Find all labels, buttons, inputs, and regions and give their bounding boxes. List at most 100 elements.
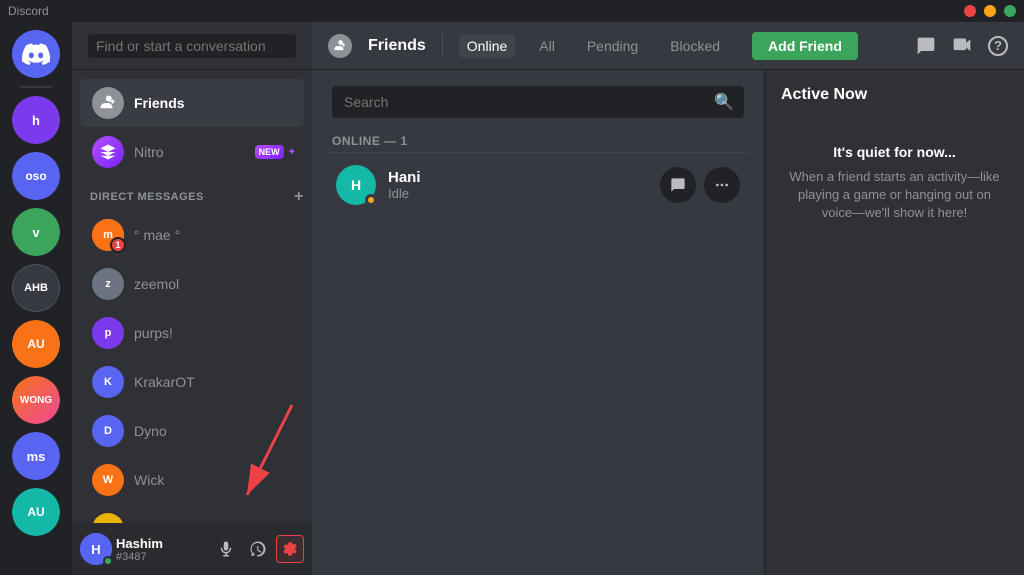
friends-nav-label: Friends — [134, 95, 185, 111]
dm-avatar-zeemol: z — [92, 268, 124, 300]
friend-item-hani[interactable]: H Hani Idle — [320, 152, 756, 217]
video-icon-button[interactable] — [952, 36, 972, 56]
server-icon-1[interactable]: h — [12, 96, 60, 144]
server-icon-label: oso — [12, 152, 60, 200]
server-icon-7[interactable]: ms — [12, 432, 60, 480]
dm-name-wick: Wick — [134, 472, 164, 488]
settings-button[interactable] — [276, 535, 304, 563]
server-divider — [20, 86, 52, 88]
server-icon-6[interactable]: WONG — [12, 376, 60, 424]
nitro-star-icon: ✦ — [288, 147, 296, 158]
friends-nav-item[interactable]: Friends — [80, 79, 304, 127]
help-icon-button[interactable]: ? — [988, 36, 1008, 56]
dm-sidebar-content: Friends Nitro NEW ✦ — [72, 70, 312, 523]
close-button[interactable] — [964, 5, 976, 17]
friend-name-hani: Hani — [388, 169, 660, 186]
server-icon-label: AU — [12, 320, 60, 368]
server-icon-label: v — [12, 208, 60, 256]
dm-sidebar: Friends Nitro NEW ✦ — [72, 22, 312, 575]
titlebar-title: Discord — [8, 4, 964, 18]
tab-blocked[interactable]: Blocked — [662, 34, 728, 58]
server-icon-2[interactable]: oso — [12, 152, 60, 200]
active-now-title: Active Now — [781, 86, 1008, 104]
friends-search-bar: 🔍 — [312, 70, 764, 126]
dm-item-krakarot[interactable]: K KrakarOT — [80, 358, 304, 406]
friends-header-icon — [328, 34, 352, 58]
find-conversation-input[interactable] — [88, 34, 296, 58]
header-divider — [442, 34, 443, 58]
user-status-indicator — [103, 556, 113, 566]
dm-name-krakarot: KrakarOT — [134, 374, 195, 390]
active-now-empty-state: It's quiet for now... When a friend star… — [781, 120, 1008, 247]
user-panel: H Hashim #3487 — [72, 523, 312, 575]
dm-avatar-purps: p — [92, 317, 124, 349]
user-display-name: Hashim — [116, 536, 208, 551]
add-friend-button[interactable]: Add Friend — [752, 32, 858, 60]
message-friend-button[interactable] — [660, 167, 696, 203]
nitro-nav-item[interactable]: Nitro NEW ✦ — [80, 128, 304, 176]
tab-all[interactable]: All — [531, 34, 563, 58]
dm-item-purps[interactable]: p purps! — [80, 309, 304, 357]
dm-item-wick[interactable]: W Wick — [80, 456, 304, 504]
window-controls — [964, 5, 1016, 17]
more-options-button[interactable] — [704, 167, 740, 203]
dm-avatar-wick: W — [92, 464, 124, 496]
discord-home-button[interactable] — [12, 30, 60, 78]
user-controls — [212, 535, 304, 563]
dm-name-mae: ° mae ° — [134, 227, 180, 243]
server-icon-5[interactable]: AU — [12, 320, 60, 368]
maximize-button[interactable] — [1004, 5, 1016, 17]
server-icon-4[interactable]: AHB — [12, 264, 60, 312]
main-header: Friends Online All Pending Blocked Add F… — [312, 22, 1024, 70]
dm-item-thiccson[interactable]: T THICCson_Gracie — [80, 505, 304, 523]
server-icon-label: WONG — [12, 376, 60, 424]
search-wrapper: 🔍 — [332, 86, 744, 118]
dm-icon-button[interactable] — [916, 36, 936, 56]
tab-pending[interactable]: Pending — [579, 34, 646, 58]
dm-item-dyno[interactable]: D Dyno — [80, 407, 304, 455]
dm-name-zeemol: zeemol — [134, 276, 179, 292]
friends-search-input[interactable] — [332, 86, 744, 118]
app-window: Discord h oso v — [0, 0, 1024, 575]
dm-avatar-thiccson: T — [92, 513, 124, 523]
friends-nav-icon — [92, 87, 124, 119]
dm-avatar-mae: m 1 — [92, 219, 124, 251]
minimize-button[interactable] — [984, 5, 996, 17]
server-icon-label: ms — [12, 432, 60, 480]
friends-list: H Hani Idle — [312, 152, 764, 575]
dm-section-header: Direct Messages + — [72, 184, 312, 210]
active-now-panel: Active Now It's quiet for now... When a … — [764, 70, 1024, 575]
friend-status-hani: Idle — [388, 186, 660, 201]
user-discriminator: #3487 — [116, 551, 208, 563]
friend-status-dot-hani — [365, 194, 377, 206]
friend-actions-hani — [660, 167, 740, 203]
friend-avatar-hani: H — [336, 165, 376, 205]
dm-avatar-krakarot: K — [92, 366, 124, 398]
dm-item-zeemol[interactable]: z zeemol — [80, 260, 304, 308]
active-now-empty-desc: When a friend starts an activity—like pl… — [789, 168, 1000, 223]
tab-online[interactable]: Online — [459, 34, 515, 58]
nitro-icon — [92, 136, 124, 168]
online-count-label: ONLINE — 1 — [312, 126, 764, 152]
dm-name-purps: purps! — [134, 325, 173, 341]
active-now-empty-title: It's quiet for now... — [833, 144, 956, 160]
server-sidebar: h oso v AHB AU WONG ms AU — [0, 22, 72, 575]
search-icon: 🔍 — [714, 92, 734, 112]
server-icon-label: AU — [12, 488, 60, 536]
user-avatar: H — [80, 533, 112, 565]
titlebar: Discord — [0, 0, 1024, 22]
mute-button[interactable] — [212, 535, 240, 563]
friends-list-area: 🔍 ONLINE — 1 H Hani — [312, 70, 764, 575]
server-icon-label: h — [12, 96, 60, 144]
new-dm-button[interactable]: + — [294, 188, 304, 206]
nitro-label: Nitro — [134, 144, 164, 160]
user-info: Hashim #3487 — [116, 536, 208, 563]
header-right-icons: ? — [916, 36, 1008, 56]
dm-item-mae[interactable]: m 1 ° mae ° — [80, 211, 304, 259]
deafen-button[interactable] — [244, 535, 272, 563]
server-icon-3[interactable]: v — [12, 208, 60, 256]
friends-content: 🔍 ONLINE — 1 H Hani — [312, 70, 1024, 575]
friend-info-hani: Hani Idle — [388, 169, 660, 201]
dm-section-label-text: Direct Messages — [90, 191, 204, 203]
server-icon-8[interactable]: AU — [12, 488, 60, 536]
